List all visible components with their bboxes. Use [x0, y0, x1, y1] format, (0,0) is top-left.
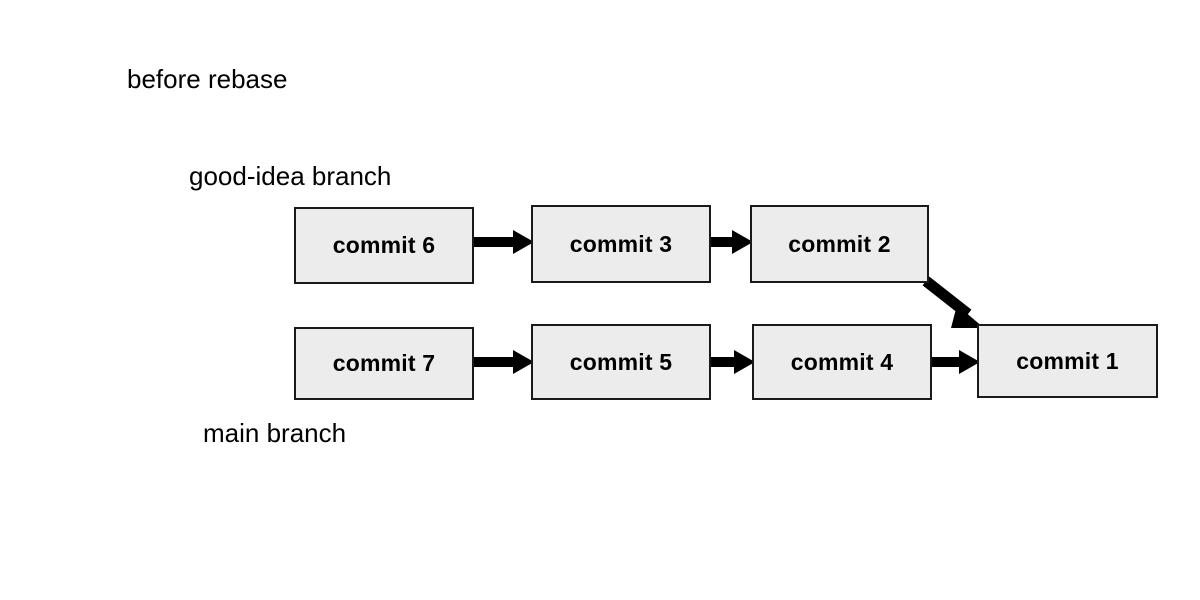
commit-node-commit-6[interactable]: commit 6 [294, 207, 474, 284]
arrow-c4-to-c1 [932, 350, 980, 374]
arrow-c7-to-c5 [474, 350, 534, 374]
commit-node-commit-1[interactable]: commit 1 [977, 324, 1158, 398]
commit-node-label: commit 2 [788, 230, 891, 257]
main-branch-label: main branch [203, 418, 347, 448]
commit-node-label: commit 5 [569, 348, 673, 375]
arrow-c5-to-c4 [711, 350, 755, 374]
commit-node-commit-3[interactable]: commit 3 [531, 205, 711, 283]
commit-node-commit-7[interactable]: commit 7 [294, 327, 474, 400]
commit-node-commit-4[interactable]: commit 4 [752, 324, 932, 400]
arrow-c6-to-c3 [474, 230, 534, 254]
commit-node-commit-2[interactable]: commit 2 [750, 205, 929, 283]
commit-node-label: commit 1 [1016, 347, 1119, 374]
arrow-c3-to-c2 [711, 230, 753, 254]
diagram-title: before rebase [127, 64, 288, 94]
commit-node-label: commit 4 [790, 348, 894, 375]
rebase-diagram: before rebase good-idea branch main bran… [0, 0, 1200, 600]
commit-node-label: commit 6 [332, 232, 436, 258]
commit-node-label: commit 3 [569, 230, 673, 257]
commit-node-commit-5[interactable]: commit 5 [531, 324, 711, 400]
arrow-c2-to-c1-diagonal [922, 276, 984, 328]
good-idea-branch-label: good-idea branch [189, 161, 392, 191]
commit-node-label: commit 7 [332, 350, 436, 376]
